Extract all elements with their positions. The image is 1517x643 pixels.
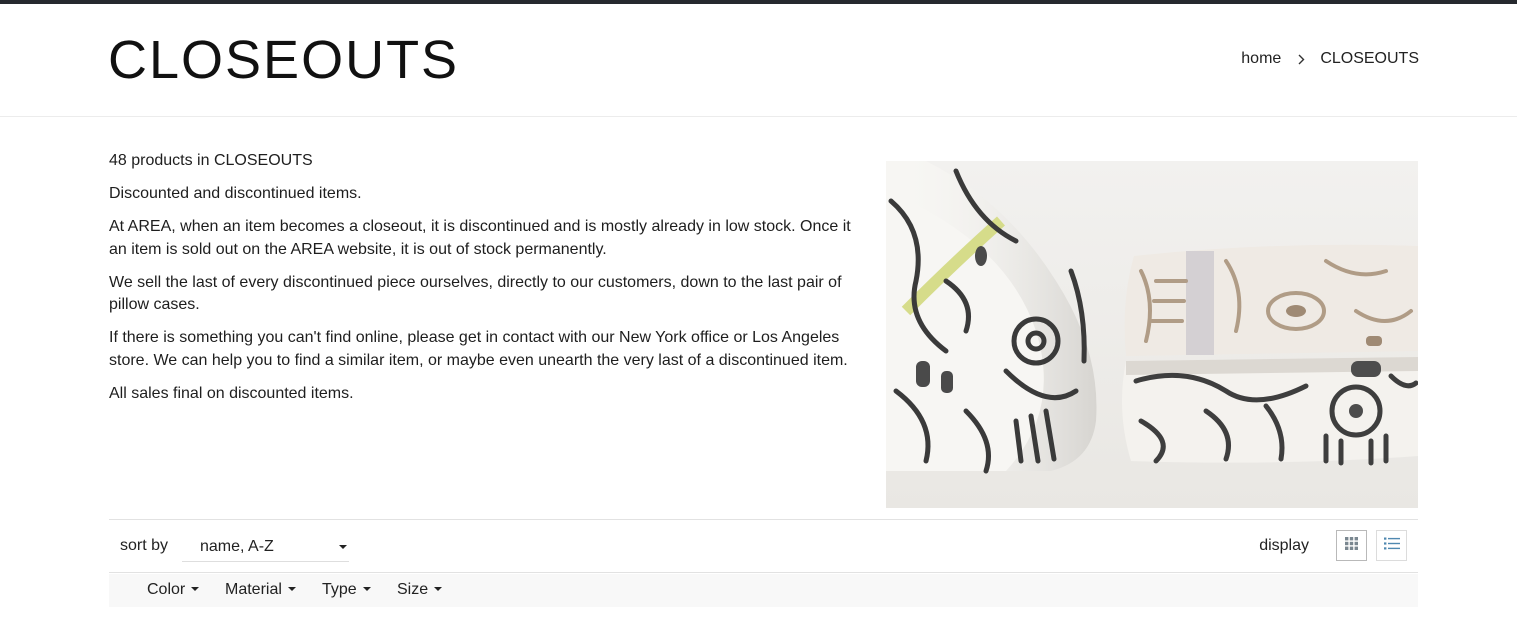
description-paragraph: All sales final on discounted items.: [109, 384, 354, 402]
breadcrumb: home CLOSEOUTS: [1241, 50, 1419, 68]
filter-bar: Color Material Type Size: [109, 574, 1418, 607]
product-toolbar: sort by name, A-Z display: [109, 519, 1418, 573]
chevron-right-icon: [1298, 54, 1305, 65]
description-paragraph: We sell the last of every discontinued p…: [109, 273, 842, 314]
sort-selected-value: name, A-Z: [200, 538, 274, 555]
filter-label: Size: [397, 581, 429, 598]
sort-label: sort by: [120, 537, 169, 554]
description-paragraph: Discounted and discontinued items.: [109, 185, 362, 202]
page-header: CLOSEOUTS home CLOSEOUTS: [0, 4, 1517, 117]
description-paragraph: If there is something you can't find onl…: [109, 329, 848, 369]
list-view-button[interactable]: [1376, 530, 1407, 561]
filter-size-dropdown[interactable]: Size: [397, 581, 443, 599]
grid-view-button[interactable]: [1336, 530, 1367, 561]
caret-down-icon: [287, 587, 296, 591]
caret-down-icon: [434, 587, 443, 591]
description-paragraph: At AREA, when an item becomes a closeout…: [109, 218, 851, 258]
product-count: 48 products in CLOSEOUTS: [109, 152, 313, 169]
list-view-icon: [1383, 537, 1400, 555]
grid-view-icon: [1345, 536, 1358, 555]
display-label: display: [1259, 537, 1309, 554]
breadcrumb-current: CLOSEOUTS: [1320, 50, 1419, 67]
category-hero-image: [886, 161, 1418, 508]
filter-label: Material: [225, 581, 282, 598]
caret-down-icon: [339, 545, 347, 549]
sort-select[interactable]: name, A-Z: [182, 533, 349, 562]
breadcrumb-home-link[interactable]: home: [1241, 50, 1281, 68]
filter-color-dropdown[interactable]: Color: [147, 581, 200, 599]
category-description: 48 products in CLOSEOUTS Discounted and …: [109, 150, 869, 416]
caret-down-icon: [191, 587, 200, 591]
filter-type-dropdown[interactable]: Type: [322, 581, 371, 599]
filter-label: Color: [147, 581, 186, 598]
caret-down-icon: [362, 587, 371, 591]
filter-material-dropdown[interactable]: Material: [225, 581, 296, 599]
page-title: CLOSEOUTS: [108, 30, 460, 90]
filter-label: Type: [322, 581, 357, 598]
